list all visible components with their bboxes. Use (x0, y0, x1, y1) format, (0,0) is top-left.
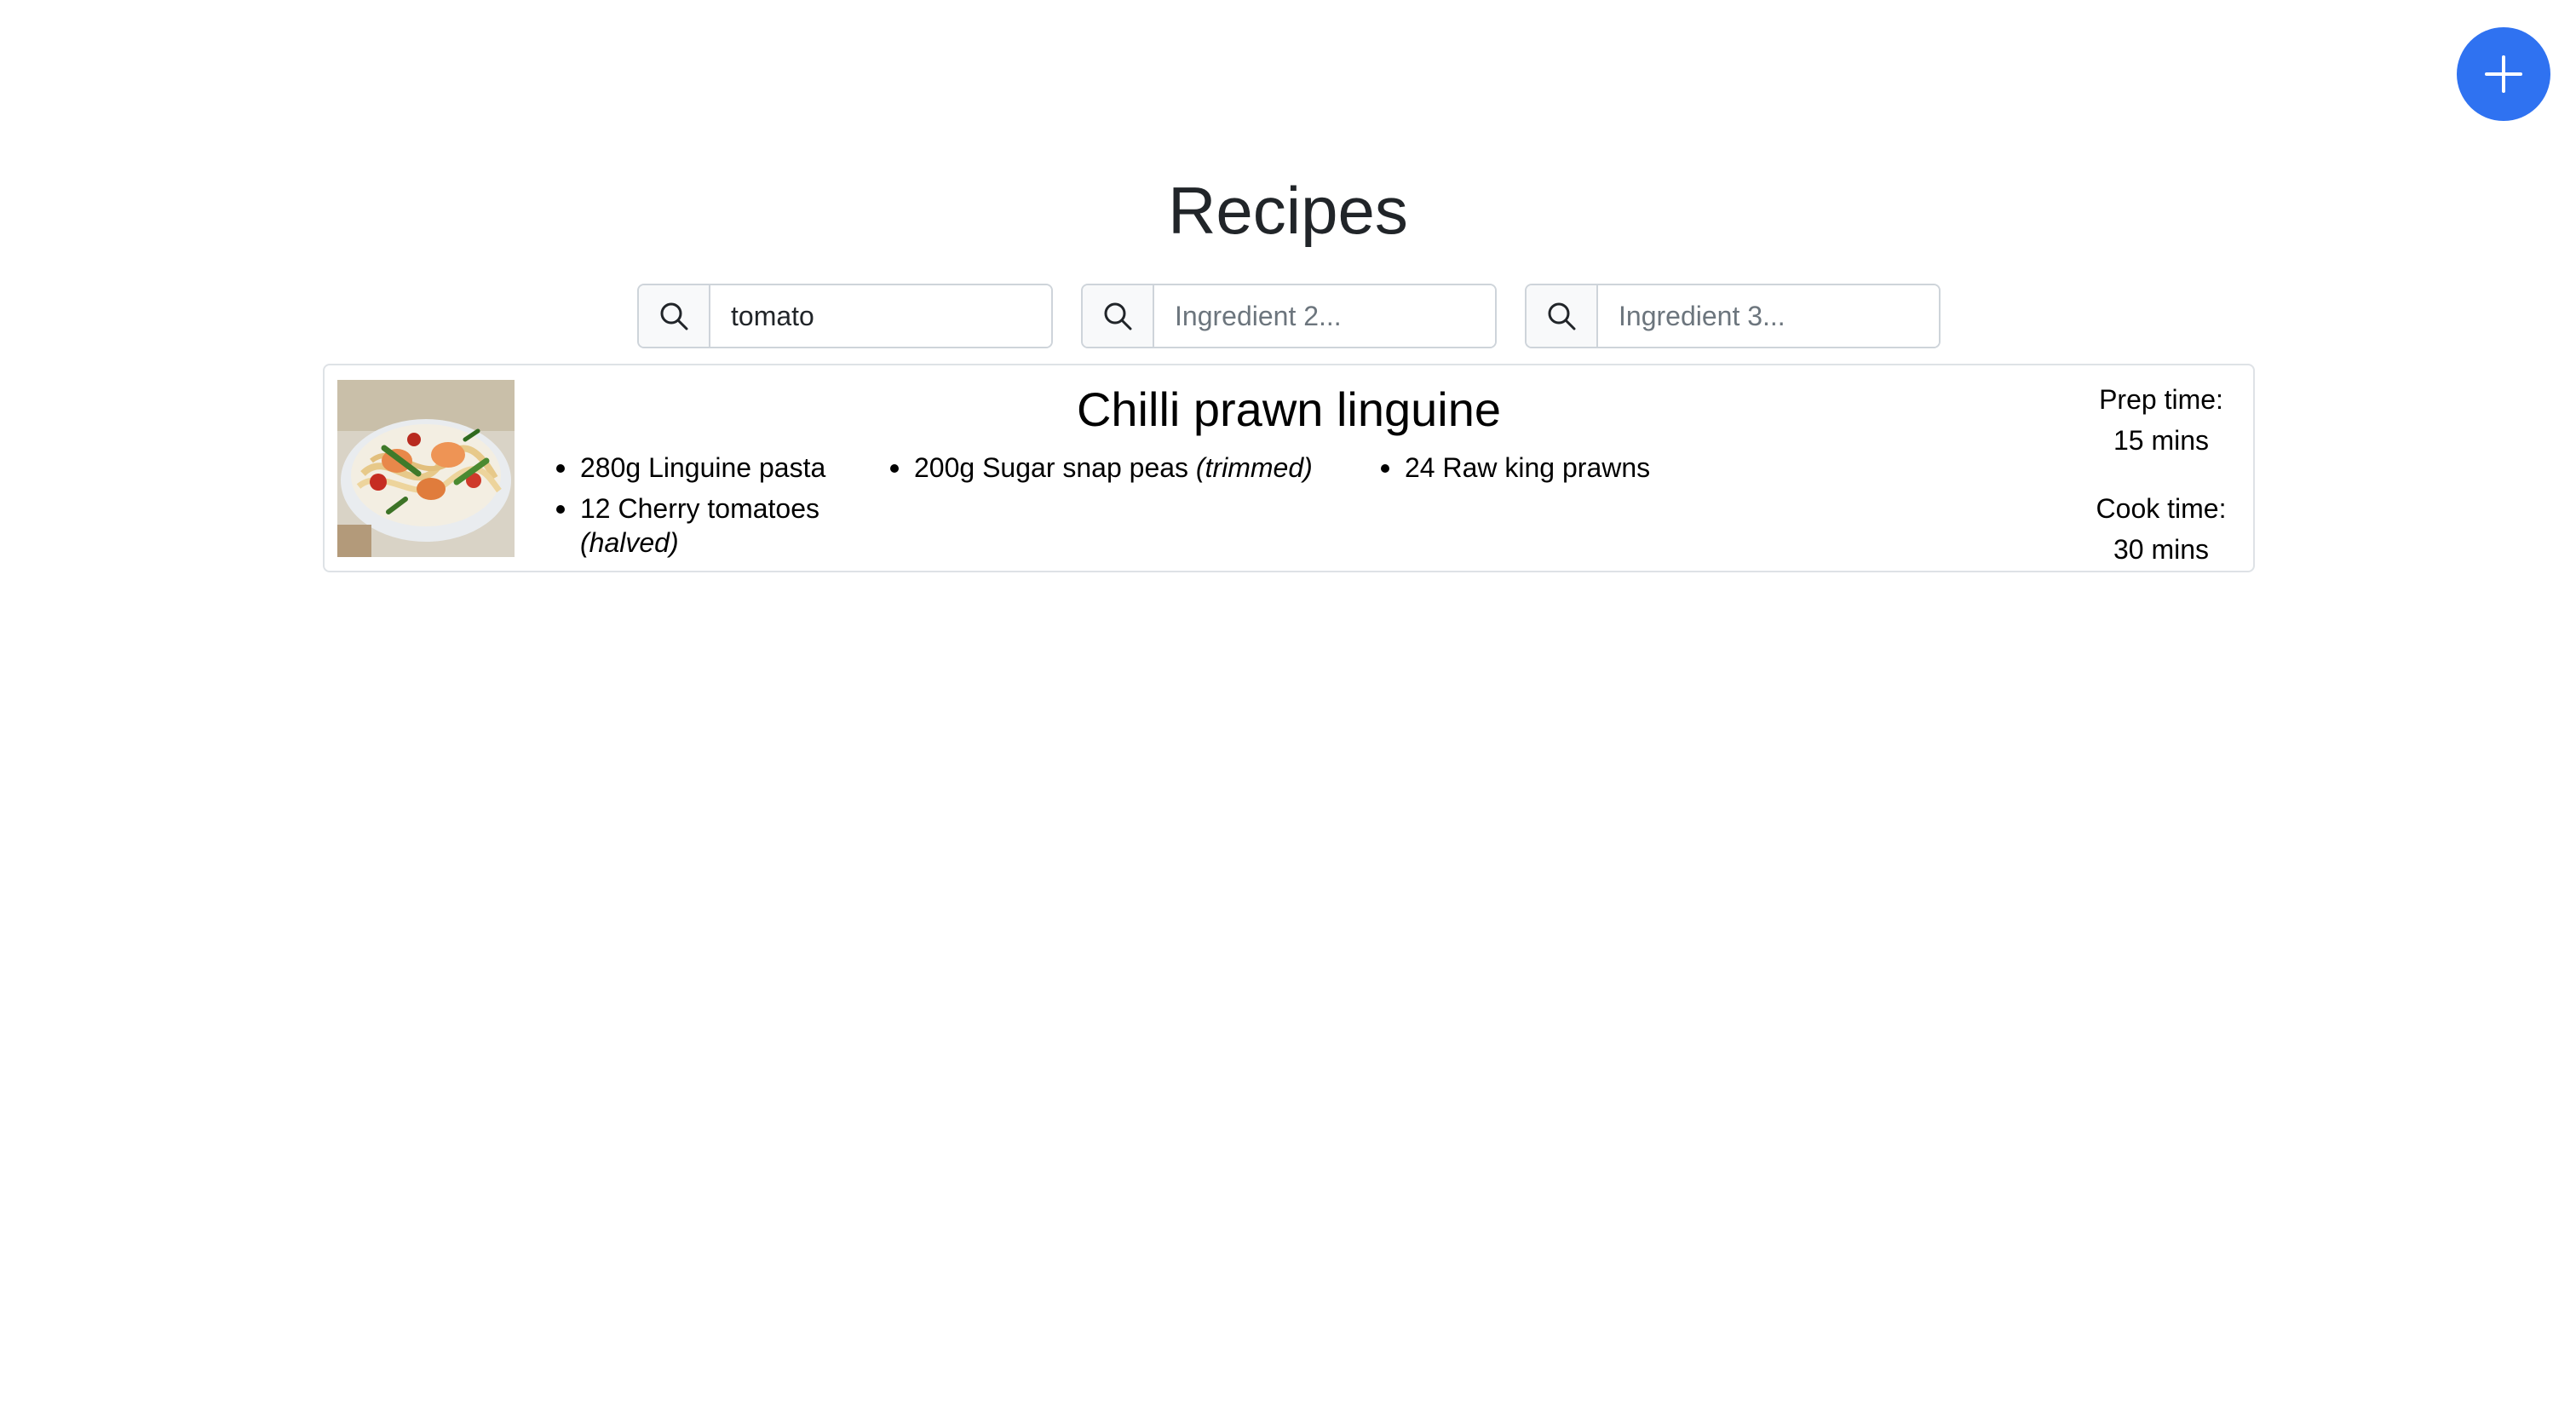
ingredient-text: 12 Cherry tomatoes (580, 493, 820, 524)
ingredient-text: 280g Linguine pasta (580, 452, 826, 483)
ingredient-note: (trimmed) (1195, 452, 1313, 483)
recipe-card[interactable]: Chilli prawn linguine 280g Linguine past… (323, 364, 2255, 572)
search-icon (1527, 285, 1598, 347)
ingredient-search-3 (1525, 284, 1941, 348)
ingredient-text: 24 Raw king prawns (1405, 452, 1651, 483)
recipe-title[interactable]: Chilli prawn linguine (546, 381, 2032, 438)
list-item: 24 Raw king prawns (1377, 451, 1803, 485)
list-item: 280g Linguine pasta (553, 451, 887, 485)
ingredient-2-input[interactable] (1154, 285, 1495, 347)
search-icon (1083, 285, 1154, 347)
ingredient-search-2 (1081, 284, 1497, 348)
ingredient-text: 200g Sugar snap peas (914, 452, 1189, 483)
prep-time-label: Prep time: (2099, 384, 2223, 415)
plus-icon (2485, 55, 2522, 93)
cook-time-value: 30 mins (2113, 534, 2210, 565)
search-icon (639, 285, 710, 347)
add-recipe-button[interactable] (2457, 27, 2550, 121)
cook-time-label: Cook time: (2096, 493, 2227, 524)
page: Recipes tomato Ingredient 2... Ingredien… (0, 0, 2576, 1402)
page-title: Recipes (1168, 173, 1408, 248)
ingredient-3-input[interactable] (1598, 285, 1939, 347)
pasta-dish-photo (337, 380, 515, 557)
ingredient-search-1 (637, 284, 1053, 348)
ingredient-1-input[interactable] (710, 285, 1051, 347)
list-item: 200g Sugar snap peas (trimmed) (887, 451, 1377, 485)
ingredient-note: (halved) (580, 527, 679, 558)
list-item: 12 Cherry tomatoes (halved) (553, 491, 887, 560)
prep-time-value: 15 mins (2113, 425, 2210, 456)
ingredient-list: 280g Linguine pasta 200g Sugar snap peas… (553, 451, 2086, 560)
ingredient-search-bar (637, 284, 1941, 348)
recipe-times: Prep time: 15 mins Cook time: 30 mins (2076, 379, 2246, 570)
